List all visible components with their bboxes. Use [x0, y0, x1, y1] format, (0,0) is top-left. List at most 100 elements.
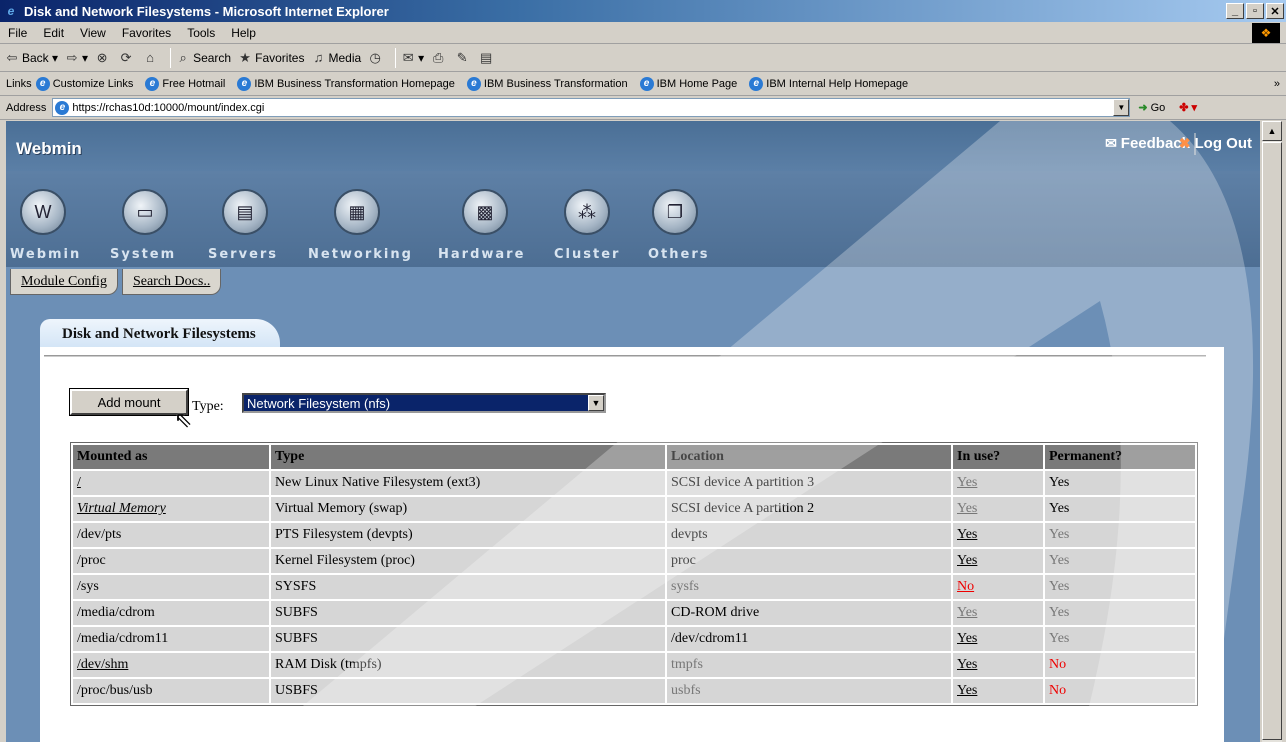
menu-favorites[interactable]: Favorites [114, 26, 179, 40]
table-row: /dev/shm RAM Disk (tmpfs) tmpfs Yes No [73, 653, 1195, 677]
discuss-button[interactable]: ▤ [478, 50, 496, 66]
module-config-link[interactable]: Module Config [10, 269, 118, 295]
address-url: https://rchas10d:10000/mount/index.cgi [72, 101, 265, 114]
module-label-networking[interactable]: Networking [308, 247, 413, 262]
scroll-thumb[interactable] [1262, 142, 1282, 740]
back-button[interactable]: ⇦ Back ▾ [4, 50, 59, 66]
in-use-value[interactable]: Yes [953, 653, 1043, 677]
mail-button[interactable]: ✉ ▾ [400, 50, 424, 66]
restore-button[interactable]: ▫ [1246, 3, 1264, 19]
print-button[interactable]: ⎙ [430, 50, 448, 66]
ie-page-icon: e [466, 76, 481, 91]
menu-file[interactable]: File [0, 26, 35, 40]
search-button[interactable]: ⌕ Search [175, 50, 231, 66]
module-label-cluster[interactable]: Cluster [554, 247, 620, 262]
in-use-value[interactable]: Yes [953, 497, 1043, 521]
col-permanent: Permanent? [1045, 445, 1195, 469]
fs-location: CD-ROM drive [667, 601, 951, 625]
cluster-module-icon[interactable]: ⁂ [564, 189, 610, 235]
link-hotmail[interactable]: e Free Hotmail [145, 76, 225, 91]
home-button[interactable]: ⌂ [142, 50, 160, 66]
add-mount-button[interactable]: Add mount [69, 388, 189, 416]
mount-point[interactable]: /dev/pts [73, 523, 269, 547]
favorites-button[interactable]: ★ Favorites [237, 50, 304, 66]
type-label: Type: [192, 399, 224, 414]
search-docs-link[interactable]: Search Docs.. [121, 269, 222, 295]
close-button[interactable]: ✕ [1266, 3, 1284, 19]
module-label-hardware[interactable]: Hardware [438, 247, 525, 262]
type-select[interactable]: Network Filesystem (nfs) ▼ [242, 393, 606, 413]
others-module-icon[interactable]: ❐ [652, 189, 698, 235]
ie-page-icon: e [749, 76, 764, 91]
fs-type: PTS Filesystem (devpts) [271, 523, 665, 547]
discuss-icon: ▤ [480, 49, 493, 65]
link-customize[interactable]: e Customize Links [35, 76, 133, 91]
col-location: Location [667, 445, 951, 469]
fs-type: SUBFS [271, 601, 665, 625]
in-use-value[interactable]: Yes [953, 679, 1043, 703]
in-use-value[interactable]: Yes [953, 627, 1043, 651]
mount-point[interactable]: /proc/bus/usb [73, 679, 269, 703]
menu-edit[interactable]: Edit [35, 26, 72, 40]
in-use-value[interactable]: Yes [953, 471, 1043, 495]
module-label-servers[interactable]: Servers [208, 247, 278, 262]
logout-link[interactable]: ✖ Log Out [1179, 135, 1252, 152]
table-row: /dev/pts PTS Filesystem (devpts) devpts … [73, 523, 1195, 547]
sub-tabs: Module Config Search Docs.. [10, 269, 225, 295]
toolbar-extension-icon[interactable]: ✤ ▾ [1179, 101, 1197, 114]
servers-module-icon[interactable]: ▤ [222, 189, 268, 235]
in-use-value[interactable]: Yes [953, 549, 1043, 573]
link-ibm-bt-homepage[interactable]: e IBM Business Transformation Homepage [237, 76, 455, 91]
forward-button[interactable]: ⇨ ▾ [64, 50, 88, 66]
address-label: Address [6, 101, 47, 114]
mount-point[interactable]: /media/cdrom11 [73, 627, 269, 651]
mount-point[interactable]: /proc [73, 549, 269, 573]
media-button[interactable]: ♫ Media [310, 50, 362, 66]
chevron-down-icon[interactable]: ▼ [588, 395, 604, 411]
mount-point[interactable]: /sys [73, 575, 269, 599]
permanent-value: Yes [1045, 575, 1195, 599]
stop-button[interactable]: ⊗ [94, 50, 112, 66]
webmin-logo[interactable]: Webmin [16, 139, 82, 159]
system-module-icon[interactable]: ▭ [122, 189, 168, 235]
address-dropdown-icon[interactable]: ▼ [1113, 99, 1130, 116]
permanent-value: Yes [1045, 601, 1195, 625]
link-ibm-home[interactable]: e IBM Home Page [639, 76, 737, 91]
refresh-button[interactable]: ⟳ [118, 50, 136, 66]
mount-point[interactable]: /media/cdrom [73, 601, 269, 625]
feedback-link[interactable]: ✉ Feedback [1105, 135, 1190, 152]
menu-bar: File Edit View Favorites Tools Help ❖ [0, 22, 1286, 44]
go-button[interactable]: ➜ Go [1138, 101, 1165, 115]
address-input[interactable]: e https://rchas10d:10000/mount/index.cgi… [52, 98, 1131, 117]
menu-view[interactable]: View [72, 26, 114, 40]
minimize-button[interactable]: _ [1226, 3, 1244, 19]
edit-button[interactable]: ✎ [454, 50, 472, 66]
in-use-value[interactable]: Yes [953, 601, 1043, 625]
link-ibm-help[interactable]: e IBM Internal Help Homepage [749, 76, 908, 91]
module-label-webmin[interactable]: Webmin [10, 247, 81, 262]
scroll-up-icon[interactable]: ▲ [1262, 121, 1282, 141]
link-ibm-bt[interactable]: e IBM Business Transformation [466, 76, 628, 91]
webmin-module-icon[interactable]: W [20, 189, 66, 235]
hardware-module-icon[interactable]: ▩ [462, 189, 508, 235]
networking-module-icon[interactable]: ▦ [334, 189, 380, 235]
links-overflow-icon[interactable]: » [1274, 78, 1280, 90]
module-label-others[interactable]: Others [648, 247, 710, 262]
mount-point[interactable]: /dev/shm [73, 653, 269, 677]
module-label-system[interactable]: System [110, 247, 176, 262]
permanent-value: Yes [1045, 549, 1195, 573]
mount-point[interactable]: / [73, 471, 269, 495]
menu-help[interactable]: Help [223, 26, 264, 40]
logout-icon: ✖ [1178, 135, 1191, 151]
vertical-scrollbar[interactable]: ▲ [1262, 121, 1282, 742]
in-use-value[interactable]: Yes [953, 523, 1043, 547]
history-button[interactable]: ◷ [367, 50, 385, 66]
mount-point[interactable]: Virtual Memory [73, 497, 269, 521]
menu-tools[interactable]: Tools [179, 26, 223, 40]
windows-logo-icon: ❖ [1252, 23, 1280, 43]
table-header-row: Mounted as Type Location In use? Permane… [73, 445, 1195, 469]
table-row: Virtual Memory Virtual Memory (swap) SCS… [73, 497, 1195, 521]
in-use-value[interactable]: No [953, 575, 1043, 599]
window-title: Disk and Network Filesystems - Microsoft… [24, 3, 389, 19]
fs-type: SYSFS [271, 575, 665, 599]
